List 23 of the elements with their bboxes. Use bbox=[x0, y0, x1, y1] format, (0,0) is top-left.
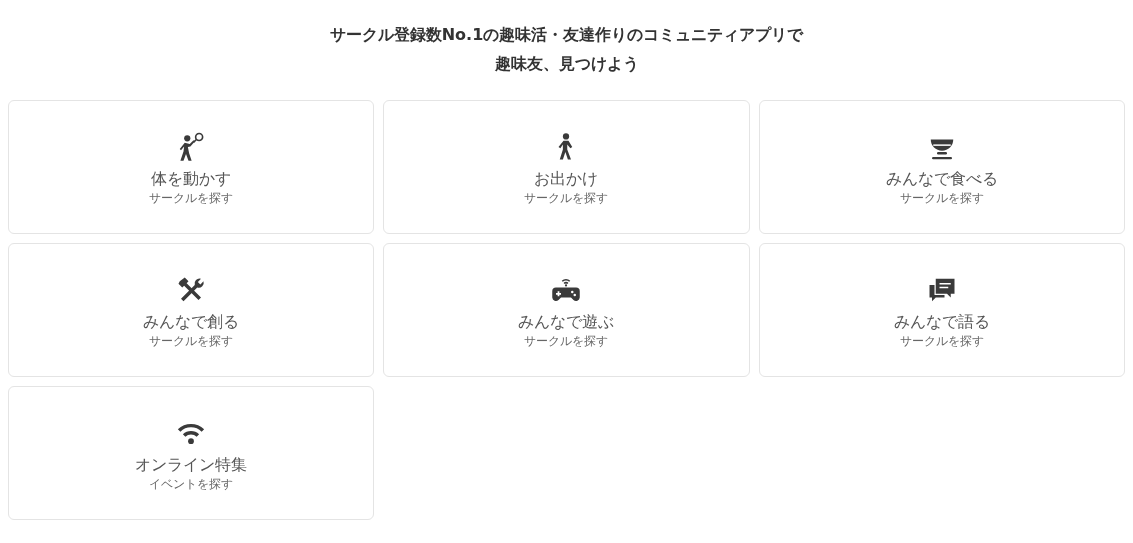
category-title: みんなで創る bbox=[143, 311, 240, 333]
category-card[interactable]: みんなで食べる サークルを探す bbox=[758, 100, 1125, 234]
category-title: オンライン特集 bbox=[135, 454, 248, 476]
category-subtitle: サークルを探す bbox=[149, 333, 234, 349]
category-title: 体を動かす bbox=[151, 168, 232, 190]
category-card[interactable]: オンライン特集 イベントを探す bbox=[8, 386, 375, 520]
category-card[interactable]: みんなで遊ぶ サークルを探す bbox=[383, 243, 750, 377]
category-subtitle: サークルを探す bbox=[524, 333, 609, 349]
category-title: みんなで遊ぶ bbox=[518, 311, 615, 333]
category-card[interactable]: みんなで語る サークルを探す bbox=[758, 243, 1125, 377]
category-card[interactable]: お出かけ サークルを探す bbox=[383, 100, 750, 234]
category-subtitle: イベントを探す bbox=[149, 476, 234, 492]
heading-line: サークル登録数No.1の趣味活・友達作りのコミュニティアプリで bbox=[329, 24, 804, 46]
category-card[interactable]: 体を動かす サークルを探す bbox=[8, 100, 375, 234]
category-subtitle: サークルを探す bbox=[524, 190, 609, 206]
category-title: お出かけ bbox=[534, 168, 599, 190]
category-subtitle: サークルを探す bbox=[899, 190, 984, 206]
heading-line: 趣味友、見つけよう bbox=[494, 53, 639, 75]
category-title: みんなで語る bbox=[893, 311, 990, 333]
category-subtitle: サークルを探す bbox=[149, 190, 234, 206]
category-card[interactable]: みんなで創る サークルを探す bbox=[8, 243, 375, 377]
category-subtitle: サークルを探す bbox=[899, 333, 984, 349]
category-title: みんなで食べる bbox=[885, 168, 998, 190]
